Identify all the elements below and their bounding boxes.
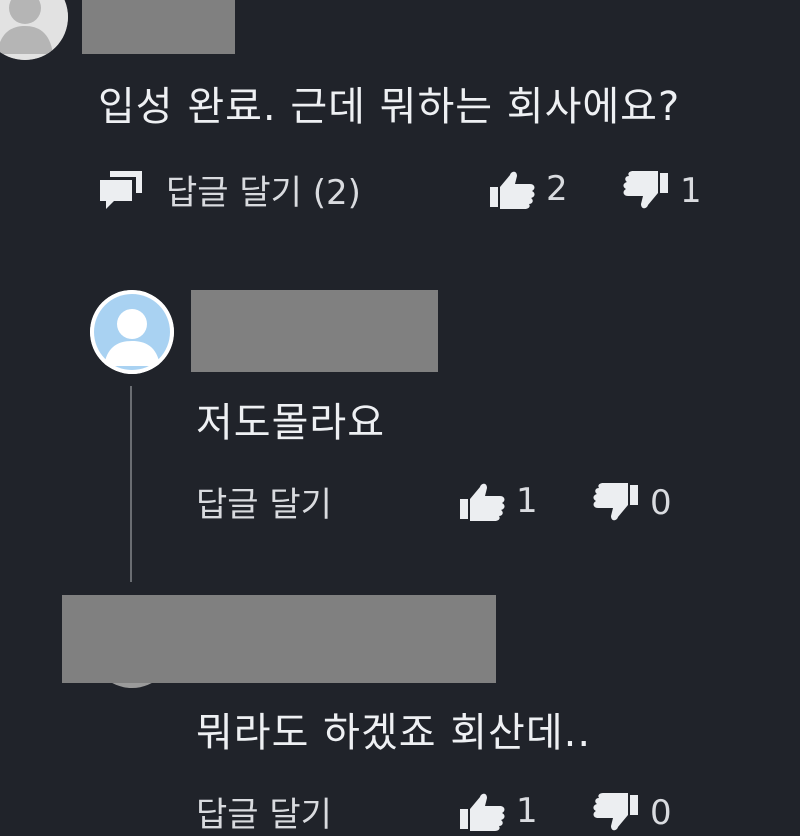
reply-label: 답글 달기 [196,484,332,525]
thumbs-down-icon [622,171,670,211]
dislike-count: 0 [650,483,672,523]
comment-text: 입성 완료. 근데 뭐하는 회사에요? [98,84,681,130]
dislike-count: 0 [650,793,672,833]
like-count: 1 [516,791,538,831]
like-count: 1 [516,481,538,521]
reply-label: 답글 달기 (2) [166,172,361,213]
username-redaction [82,0,235,54]
dislike-count: 1 [680,171,702,211]
thumbs-down-icon [592,793,640,833]
reply-button[interactable]: 답글 달기 (2) [98,166,361,213]
thread-line [130,386,132,582]
like-button[interactable]: 1 [458,478,538,524]
reply-label: 답글 달기 [196,794,332,835]
comment-text: 저도몰라요 [196,400,385,446]
avatar[interactable] [90,290,174,374]
dislike-button[interactable]: 0 [592,790,672,836]
dislike-button[interactable]: 0 [592,480,672,526]
like-button[interactable]: 2 [488,166,568,212]
thumbs-down-icon [592,483,640,523]
speech-bubbles-icon [98,169,144,209]
comment-text: 뭐라도 하겠죠 회산데.. [196,710,592,756]
user-avatar-icon [90,290,174,374]
username-redaction [191,290,438,372]
thumbs-up-icon [488,169,536,209]
thumbs-up-icon [458,481,506,521]
like-count: 2 [546,169,568,209]
avatar[interactable] [0,0,68,60]
reply-button[interactable]: 답글 달기 [196,478,332,525]
dislike-button[interactable]: 1 [622,168,702,214]
username-redaction [62,595,496,683]
reply-button[interactable]: 답글 달기 [196,788,332,835]
like-button[interactable]: 1 [458,788,538,834]
thumbs-up-icon [458,791,506,831]
user-avatar-icon [0,0,68,60]
